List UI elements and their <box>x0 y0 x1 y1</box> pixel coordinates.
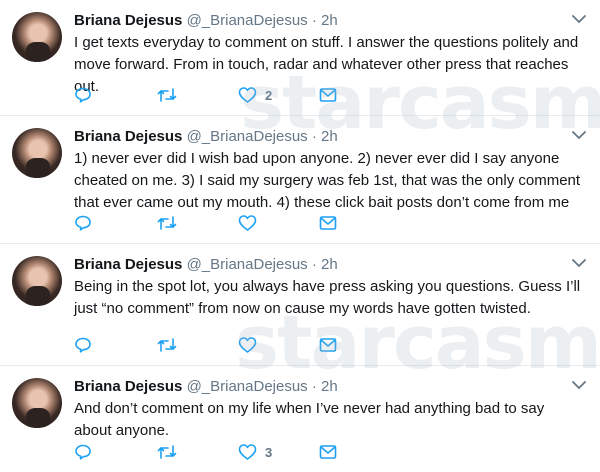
tweet-actions: 2 <box>74 83 374 107</box>
avatar[interactable] <box>12 128 62 178</box>
tweet[interactable]: Briana Dejesus @_BrianaDejesus · 2h And … <box>0 366 600 472</box>
separator-dot: · <box>311 12 317 29</box>
direct-message-button[interactable] <box>319 442 337 462</box>
reply-icon <box>74 214 92 232</box>
tweet-header: Briana Dejesus @_BrianaDejesus · 2h <box>74 376 560 398</box>
tweet-text: And don’t comment on my life when I’ve n… <box>74 400 545 439</box>
timestamp[interactable]: 2h <box>321 256 338 273</box>
envelope-icon <box>319 87 337 103</box>
retweet-button[interactable] <box>157 442 177 462</box>
chevron-down-icon[interactable] <box>572 14 586 24</box>
like-count: 2 <box>265 87 273 103</box>
user-handle[interactable]: @_BrianaDejesus <box>187 256 308 273</box>
like-button[interactable]: 3 <box>238 442 272 462</box>
display-name[interactable]: Briana Dejesus <box>74 12 182 29</box>
separator-dot: · <box>311 256 317 273</box>
display-name[interactable]: Briana Dejesus <box>74 128 182 145</box>
chevron-down-icon[interactable] <box>572 130 586 140</box>
separator-dot: · <box>311 128 317 145</box>
retweet-icon <box>157 443 177 461</box>
tweet-actions <box>74 211 374 235</box>
like-button[interactable] <box>238 213 265 233</box>
envelope-icon <box>319 337 337 353</box>
tweet-feed: Briana Dejesus @_BrianaDejesus · 2h I ge… <box>0 0 600 472</box>
display-name[interactable]: Briana Dejesus <box>74 378 182 395</box>
chevron-down-icon[interactable] <box>572 258 586 268</box>
avatar[interactable] <box>12 378 62 428</box>
tweet[interactable]: Briana Dejesus @_BrianaDejesus · 2h Bein… <box>0 244 600 366</box>
direct-message-button[interactable] <box>319 85 337 105</box>
display-name[interactable]: Briana Dejesus <box>74 256 182 273</box>
tweet-header: Briana Dejesus @_BrianaDejesus · 2h <box>74 126 560 148</box>
retweet-button[interactable] <box>157 335 177 355</box>
reply-icon <box>74 336 92 354</box>
tweet-header: Briana Dejesus @_BrianaDejesus · 2h <box>74 10 560 32</box>
heart-icon <box>238 336 257 354</box>
heart-icon <box>238 443 257 461</box>
timestamp[interactable]: 2h <box>321 128 338 145</box>
tweet-text: Being in the spot lot, you always have p… <box>74 278 581 317</box>
retweet-icon <box>157 214 177 232</box>
avatar[interactable] <box>12 12 62 62</box>
separator-dot: · <box>311 378 317 395</box>
heart-icon <box>238 214 257 232</box>
chevron-down-icon[interactable] <box>572 380 586 390</box>
tweet-actions: 3 <box>74 440 374 464</box>
reply-icon <box>74 86 92 104</box>
retweet-button[interactable] <box>157 213 177 233</box>
user-handle[interactable]: @_BrianaDejesus <box>187 128 308 145</box>
retweet-button[interactable] <box>157 85 177 105</box>
envelope-icon <box>319 215 337 231</box>
avatar[interactable] <box>12 256 62 306</box>
reply-icon <box>74 443 92 461</box>
heart-icon <box>238 86 257 104</box>
tweet[interactable]: Briana Dejesus @_BrianaDejesus · 2h 1) n… <box>0 116 600 244</box>
reply-button[interactable] <box>74 335 92 355</box>
tweet-header: Briana Dejesus @_BrianaDejesus · 2h <box>74 254 560 276</box>
envelope-icon <box>319 444 337 460</box>
user-handle[interactable]: @_BrianaDejesus <box>187 378 308 395</box>
direct-message-button[interactable] <box>319 335 337 355</box>
retweet-icon <box>157 336 177 354</box>
timestamp[interactable]: 2h <box>321 12 338 29</box>
user-handle[interactable]: @_BrianaDejesus <box>187 12 308 29</box>
timestamp[interactable]: 2h <box>321 378 338 395</box>
tweet[interactable]: Briana Dejesus @_BrianaDejesus · 2h I ge… <box>0 0 600 116</box>
retweet-icon <box>157 86 177 104</box>
tweet-text: 1) never ever did I wish bad upon anyone… <box>74 150 581 211</box>
like-button[interactable]: 2 <box>238 85 272 105</box>
reply-button[interactable] <box>74 85 92 105</box>
like-button[interactable] <box>238 335 265 355</box>
direct-message-button[interactable] <box>319 213 337 233</box>
like-count: 3 <box>265 444 273 460</box>
reply-button[interactable] <box>74 442 92 462</box>
tweet-actions <box>74 333 374 357</box>
reply-button[interactable] <box>74 213 92 233</box>
